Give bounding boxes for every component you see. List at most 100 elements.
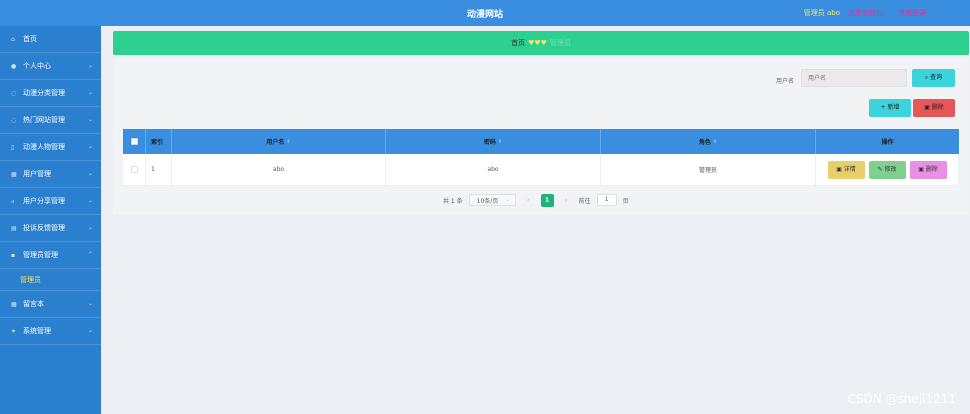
sidebar-item-home[interactable]: ⌂ 首页	[0, 26, 101, 53]
sidebar-item-label: 动漫分类管理	[23, 89, 65, 97]
row-actions: ▣ 详情 ✎ 修改 ▣ 删除	[816, 154, 959, 185]
sidebar: ⌂ 首页 ● 个人中心 ⌄ ◌ 动漫分类管理 ⌄ ◌ 热门网站管理 ⌄ ▯ 动漫人物管理 …	[0, 26, 101, 414]
select-all-checkbox[interactable]	[130, 138, 138, 145]
sidebar-item-label: 系统管理	[23, 327, 51, 335]
column-label: 操作	[881, 139, 894, 146]
sidebar-item-label: 留言本	[23, 300, 44, 308]
page-size-select[interactable]: 10条/页 ⌄	[468, 194, 516, 206]
pagination: 共 1 条 10条/页 ⌄ ‹ 1 › 前往 1 页	[443, 193, 629, 207]
row-password: abo	[386, 154, 601, 185]
sidebar-subitem-admin[interactable]: 管理员	[0, 269, 101, 291]
sidebar-item-guestbook[interactable]: ▦ 留言本 ⌄	[0, 291, 101, 318]
sidebar-item-label: 管理员管理	[23, 251, 58, 259]
sidebar-item-user-shares[interactable]: ◃ 用户分享管理 ⌄	[0, 188, 101, 215]
sort-icon[interactable]: ⇕	[498, 139, 502, 145]
column-header-actions: 操作	[816, 129, 959, 154]
page-number-current[interactable]: 1	[540, 193, 554, 207]
sidebar-item-admins[interactable]: ▪ 管理员管理 ⌃	[0, 242, 101, 269]
user-icon: ●	[11, 63, 17, 70]
users-icon: ▦	[11, 171, 17, 178]
add-button[interactable]: + 新增	[869, 99, 911, 117]
logout-link[interactable]: 退出登录	[898, 8, 926, 18]
sidebar-item-label: 投诉反馈管理	[23, 224, 65, 232]
sidebar-item-feedback[interactable]: ▤ 投诉反馈管理 ⌄	[0, 215, 101, 242]
delete-label: 删除	[925, 165, 938, 173]
sidebar-item-system[interactable]: ✦ 系统管理 ⌄	[0, 318, 101, 345]
column-header-role[interactable]: 角色 ⇕	[601, 129, 816, 154]
sort-icon[interactable]: ⇕	[713, 139, 717, 145]
next-page-button[interactable]: ›	[559, 193, 573, 207]
username-search-input[interactable]	[801, 69, 907, 87]
chevron-down-icon: ⌄	[87, 224, 93, 231]
breadcrumb-current: 管理员	[549, 39, 571, 47]
character-icon: ▯	[11, 144, 15, 151]
sidebar-item-label: 用户分享管理	[23, 197, 65, 205]
sidebar-item-label: 个人中心	[23, 62, 51, 70]
column-label: 角色	[698, 139, 711, 146]
chevron-down-icon: ⌄	[87, 197, 93, 204]
sidebar-item-hot-sites[interactable]: ◌ 热门网站管理 ⌄	[0, 107, 101, 134]
chevron-down-icon: ⌄	[87, 327, 93, 334]
sidebar-item-anime-category[interactable]: ◌ 动漫分类管理 ⌄	[0, 80, 101, 107]
goto-label: 前往	[578, 197, 591, 205]
column-header-index: 索引	[146, 129, 172, 154]
row-select-cell	[123, 154, 146, 185]
row-checkbox[interactable]	[130, 166, 138, 173]
admin-role-label: 管理员	[803, 9, 825, 17]
home-icon: ⌂	[11, 36, 15, 43]
watermark: CSDN @sheji1211	[847, 392, 956, 406]
column-header-password[interactable]: 密码 ⇕	[386, 129, 601, 154]
board-icon: ▦	[11, 301, 17, 308]
chevron-down-icon: ⌄	[505, 197, 510, 203]
trash-icon: ▣	[918, 165, 926, 173]
breadcrumb-home[interactable]: 首页	[511, 39, 525, 47]
top-header: 动漫网站 管理员 abo 退出到前台 退出登录	[0, 0, 970, 26]
chevron-up-icon: ⌃	[87, 251, 93, 258]
sidebar-item-profile[interactable]: ● 个人中心 ⌄	[0, 53, 101, 80]
prev-page-button[interactable]: ‹	[521, 193, 535, 207]
bulk-delete-label: 删除	[931, 104, 944, 111]
delete-button[interactable]: ▣ 删除	[909, 160, 947, 179]
chevron-down-icon: ⌄	[87, 170, 93, 177]
chevron-down-icon: ⌄	[87, 300, 93, 307]
row-action-buttons: ▣ 详情 ✎ 修改 ▣ 删除	[827, 160, 947, 179]
heart-icon: ♥♥♥	[528, 39, 547, 47]
category-icon: ◌	[11, 90, 17, 97]
sidebar-item-anime-characters[interactable]: ▯ 动漫人物管理 ⌄	[0, 134, 101, 161]
chevron-down-icon: ⌄	[87, 89, 93, 96]
column-header-username[interactable]: 用户名 ⇕	[172, 129, 386, 154]
detail-label: 详情	[843, 165, 856, 173]
select-all-cell	[123, 129, 146, 154]
edit-button[interactable]: ✎ 修改	[868, 160, 906, 179]
breadcrumb: 首页 ♥♥♥ 管理员	[113, 31, 969, 55]
database-icon: ▤	[11, 225, 17, 232]
tag-icon: ◌	[11, 117, 17, 124]
row-role: 管理员	[601, 154, 816, 185]
chevron-down-icon: ⌄	[87, 62, 93, 69]
column-label: 用户名	[266, 139, 285, 146]
sidebar-item-label: 用户管理	[23, 170, 51, 178]
sidebar-item-label: 热门网站管理	[23, 116, 65, 124]
search-label: 用户名	[776, 78, 795, 85]
detail-button[interactable]: ▣ 详情	[827, 160, 865, 179]
admin-username: abo	[826, 9, 840, 17]
goto-page-input[interactable]: 1	[596, 194, 617, 206]
page-size-value: 10条/页	[476, 197, 499, 205]
sidebar-item-label: 动漫人物管理	[23, 143, 65, 151]
settings-icon: ✦	[11, 328, 17, 335]
search-button[interactable]: ⌕ 查询	[912, 69, 955, 87]
admin-info: 管理员 abo	[804, 8, 840, 18]
bulk-delete-button[interactable]: ▣ 删除	[913, 99, 955, 117]
sidebar-item-users[interactable]: ▦ 用户管理 ⌄	[0, 161, 101, 188]
pagination-total: 共 1 条	[443, 197, 463, 205]
share-icon: ◃	[11, 198, 15, 205]
table-row: 1 abo abo 管理员 ▣ 详情 ✎ 修改 ▣ 删除	[123, 154, 959, 186]
main-panel: 用户名 ⌕ 查询 + 新增 ▣ 删除 索引 用户名⇕ 密码⇕ 角色⇕ 操作 1 …	[113, 59, 969, 215]
table-header: 索引 用户名 ⇕ 密码 ⇕ 角色 ⇕ 操作	[123, 129, 959, 154]
sidebar-item-label: 首页	[23, 35, 37, 43]
detail-icon: ▣	[836, 165, 844, 173]
edit-label: 修改	[884, 165, 897, 173]
row-index: 1	[146, 154, 172, 185]
sort-icon[interactable]: ⇕	[286, 139, 290, 145]
exit-to-front-link[interactable]: 退出到前台	[848, 8, 883, 18]
